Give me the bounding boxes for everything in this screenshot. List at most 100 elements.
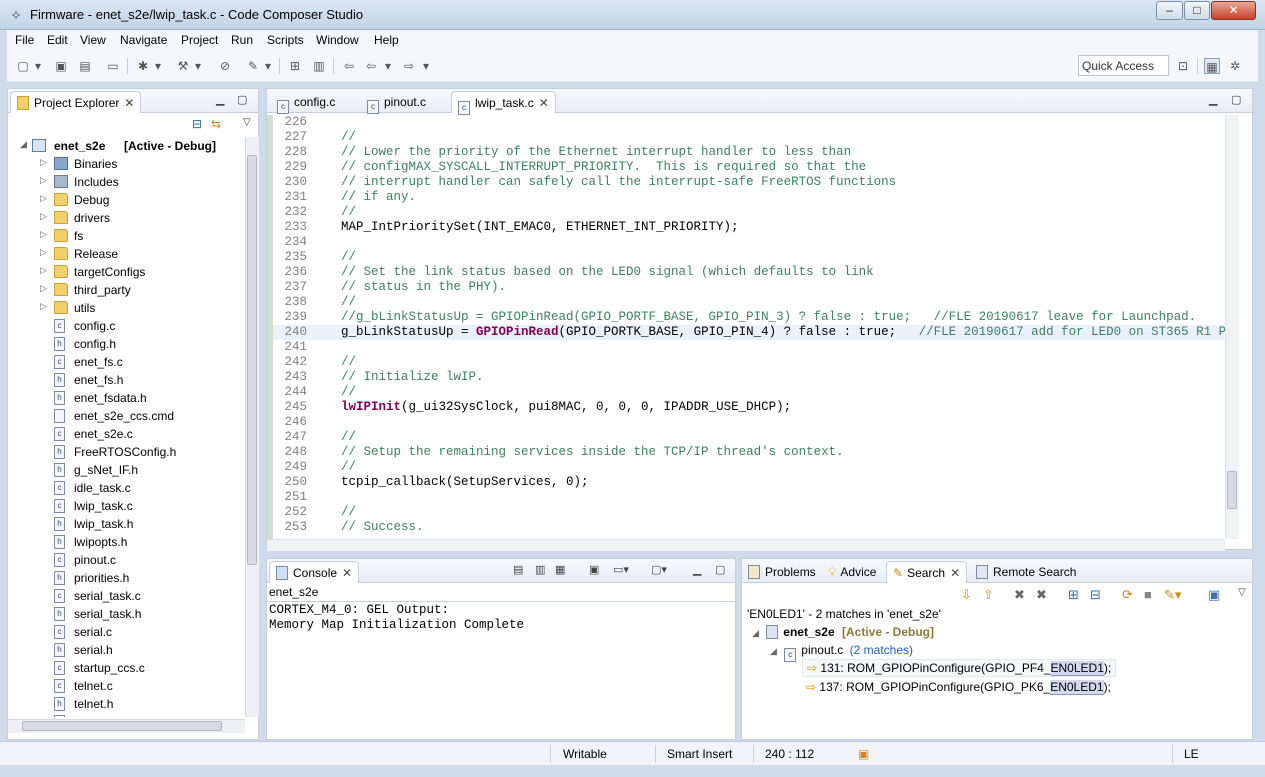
close-icon[interactable]: ✕ [124, 96, 134, 110]
status-task-icon[interactable]: ▣ [858, 747, 869, 761]
code-line[interactable]: 247 // [273, 430, 1224, 445]
maximize-view-icon[interactable]: ▢ [1231, 93, 1241, 106]
remove-all-matches-icon[interactable]: ✖ [1036, 587, 1047, 603]
flash-dropdown-icon[interactable]: ▾ [263, 58, 273, 74]
menu-window[interactable]: Window [316, 33, 359, 47]
code-line[interactable]: 234 [273, 235, 1224, 250]
collapsed-triangle-icon[interactable]: ▷ [40, 229, 47, 240]
link-with-editor-icon[interactable]: ⇆ [211, 117, 221, 131]
collapsed-triangle-icon[interactable]: ▷ [40, 247, 47, 258]
code-line[interactable]: 236 // Set the link status based on the L… [273, 265, 1224, 280]
minimize-view-icon[interactable]: ▁ [216, 93, 224, 106]
code-line[interactable]: 231 // if any. [273, 190, 1224, 205]
save-icon[interactable]: ▣ [53, 58, 69, 74]
code-line[interactable]: 249 // [273, 460, 1224, 475]
maximize-view-icon[interactable]: ▢ [237, 93, 247, 106]
view-menu-icon[interactable]: ▽ [1238, 587, 1246, 598]
search-match-row[interactable]: ⇨ 131: ROM_GPIOPinConfigure(GPIO_PF4_EN0… [802, 659, 1117, 677]
view-menu-icon[interactable]: ▽ [243, 117, 251, 128]
debug-dropdown-icon[interactable]: ▾ [153, 58, 163, 74]
open-resource-icon[interactable]: ▥ [311, 58, 327, 74]
open-type-icon[interactable]: ⊞ [287, 58, 303, 74]
code-text-area[interactable]: 226 227 // 228 // Lower the priority of the … [267, 115, 1225, 539]
explorer-scroll-thumb[interactable] [247, 155, 257, 565]
close-icon[interactable]: ✕ [950, 566, 960, 580]
forward-dropdown-icon[interactable]: ▾ [421, 58, 431, 74]
code-line[interactable]: 248 // Setup the remaining services insid… [273, 445, 1224, 460]
code-line[interactable]: 230 // interrupt handler can safely call … [273, 175, 1224, 190]
scroll-lock-icon[interactable]: ▥ [535, 563, 545, 576]
expanded-triangle-icon[interactable]: ◢ [20, 139, 27, 150]
code-line[interactable]: 238 // [273, 295, 1224, 310]
menu-edit[interactable]: Edit [47, 33, 68, 47]
code-line[interactable]: 228 // Lower the priority of the Ethernet… [273, 145, 1224, 160]
maximize-button[interactable]: □ [1184, 1, 1210, 20]
menu-navigate[interactable]: Navigate [120, 33, 167, 47]
search-result-project[interactable]: ◢ enet_s2e [Active - Debug] [752, 625, 934, 639]
new-icon[interactable]: ▢ [15, 58, 31, 74]
pin-console-icon[interactable]: ▣ [589, 563, 599, 576]
back-icon[interactable]: ⇦ [363, 58, 379, 74]
code-line[interactable]: 246 [273, 415, 1224, 430]
collapsed-triangle-icon[interactable]: ▷ [40, 265, 47, 276]
tab-console[interactable]: Console ✕ [269, 561, 360, 583]
code-line[interactable]: 253 // Success. [273, 520, 1224, 535]
collapsed-triangle-icon[interactable]: ▷ [40, 157, 47, 168]
menu-file[interactable]: File [15, 33, 34, 47]
code-line[interactable]: 251 [273, 490, 1224, 505]
search-history-icon[interactable]: ✎▾ [1164, 587, 1181, 603]
open-console-icon[interactable]: ▢▾ [651, 563, 667, 576]
ccs-edit-icon[interactable]: ▦ [1204, 58, 1220, 74]
menu-help[interactable]: Help [374, 33, 399, 47]
collapsed-triangle-icon[interactable]: ▷ [40, 301, 47, 312]
menu-view[interactable]: View [80, 33, 106, 47]
tab-problems[interactable]: Problems [742, 561, 822, 583]
run-search-again-icon[interactable]: ⟳ [1122, 587, 1133, 603]
code-line[interactable]: 233 MAP_IntPrioritySet(INT_EMAC0, ETHERNE… [273, 220, 1224, 235]
code-line[interactable]: 232 // [273, 205, 1224, 220]
menu-run[interactable]: Run [231, 33, 253, 47]
build-dropdown-icon[interactable]: ▾ [193, 58, 203, 74]
next-match-icon[interactable]: ⇩ [961, 587, 972, 603]
code-line[interactable]: 229 // configMAX_SYSCALL_INTERRUPT_PRIORI… [273, 160, 1224, 175]
expanded-triangle-icon[interactable]: ◢ [770, 646, 777, 656]
expanded-triangle-icon[interactable]: ◢ [752, 628, 759, 638]
code-line[interactable]: 239 //g_bLinkStatusUp = GPIOPinRead(GPIO_… [273, 310, 1224, 325]
tab-search[interactable]: ✎ Search ✕ [886, 561, 968, 583]
code-line[interactable]: 252 // [273, 505, 1224, 520]
quick-access-field[interactable]: Quick Access [1078, 55, 1169, 76]
back-dropdown-icon[interactable]: ▾ [383, 58, 393, 74]
minimize-view-icon[interactable]: ▁ [1209, 93, 1217, 106]
explorer-hscroll-thumb[interactable] [22, 721, 222, 731]
skip-icon[interactable]: ⊘ [217, 58, 233, 74]
new-dropdown-icon[interactable]: ▾ [33, 58, 43, 74]
collapse-all-icon[interactable]: ⊟ [192, 117, 202, 131]
collapsed-triangle-icon[interactable]: ▷ [40, 175, 47, 186]
tab-project-explorer[interactable]: Project Explorer ✕ [10, 91, 142, 113]
code-line[interactable]: 244 // [273, 385, 1224, 400]
minimize-button[interactable]: – [1156, 1, 1183, 20]
collapsed-triangle-icon[interactable]: ▷ [40, 211, 47, 222]
code-line[interactable]: 226 [273, 115, 1224, 130]
collapse-all-icon[interactable]: ⊟ [1090, 587, 1101, 603]
close-icon[interactable]: ✕ [539, 96, 549, 110]
editor-scroll-thumb[interactable] [1227, 471, 1237, 509]
code-line[interactable]: 245 lwIPInit(g_ui32SysClock, pui8MAC, 0, … [273, 400, 1224, 415]
code-line[interactable]: 250 tcpip_callback(SetupServices, 0); [273, 475, 1224, 490]
menu-scripts[interactable]: Scripts [267, 33, 304, 47]
editor-horizontal-scrollbar[interactable] [267, 539, 1225, 551]
tab-config-c[interactable]: c config.c [271, 91, 341, 114]
code-line[interactable]: 242 // [273, 355, 1224, 370]
minimize-view-icon[interactable]: ▁ [693, 563, 701, 576]
word-wrap-icon[interactable]: ▦ [555, 563, 565, 576]
cancel-search-icon[interactable]: ■ [1144, 587, 1152, 602]
forward-icon[interactable]: ⇨ [401, 58, 417, 74]
close-window-button[interactable]: ✕ [1211, 1, 1256, 20]
code-line[interactable]: 240 g_bLinkStatusUp = GPIOPinRead(GPIO_PO… [273, 325, 1225, 340]
save-all-icon[interactable]: ▤ [77, 58, 93, 74]
tab-remote-search[interactable]: Remote Search [970, 561, 1082, 583]
last-edit-icon[interactable]: ⇦ [341, 58, 357, 74]
flash-icon[interactable]: ✎ [245, 58, 261, 74]
debug-icon[interactable]: ✱ [135, 58, 151, 74]
code-line[interactable]: 243 // Initialize lwIP. [273, 370, 1224, 385]
